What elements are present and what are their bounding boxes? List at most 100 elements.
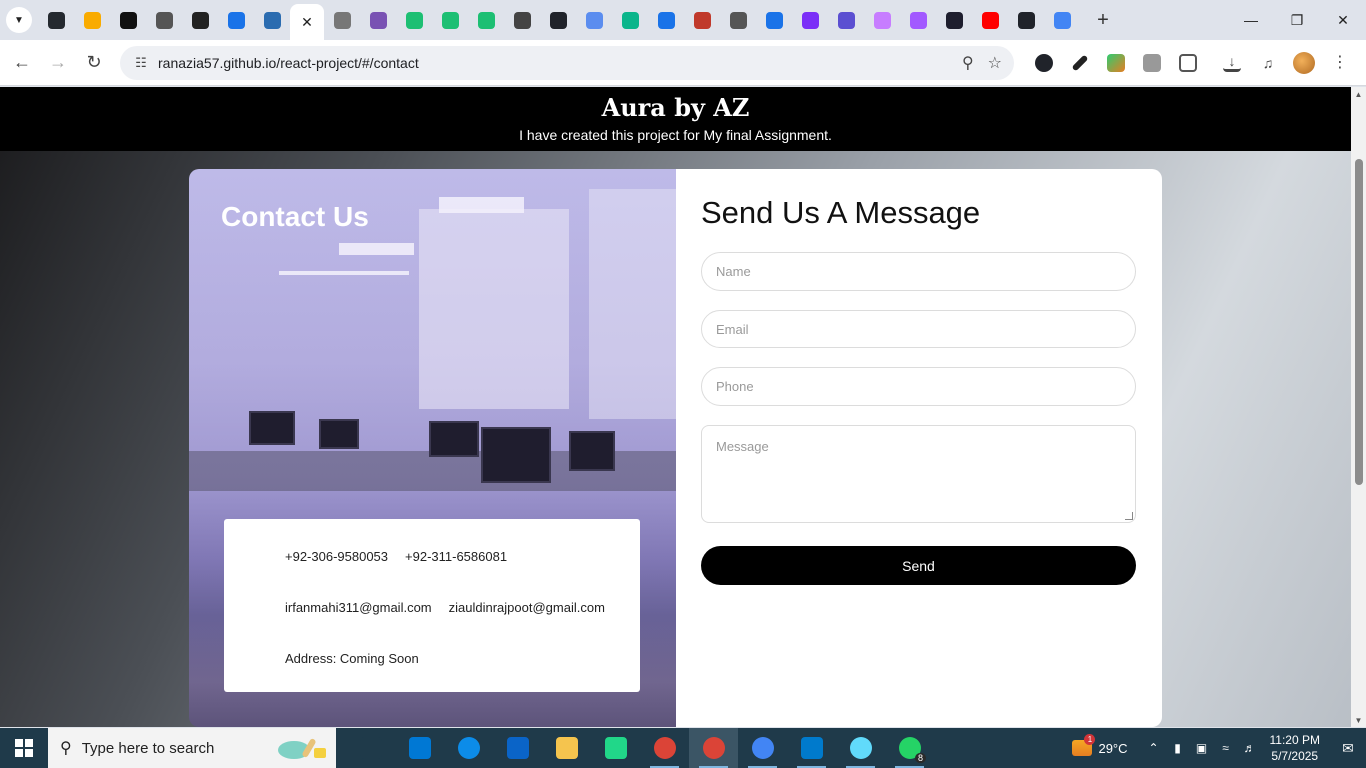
taskbar-app[interactable]: [493, 728, 542, 768]
slash-icon: [621, 11, 639, 29]
email-address[interactable]: ziauldinrajpoot@gmail.com: [449, 600, 605, 615]
email-address[interactable]: irfanmahi311@gmail.com: [285, 600, 432, 615]
taskbar-app[interactable]: [836, 728, 885, 768]
scroll-down-arrow-icon[interactable]: ▼: [1351, 713, 1366, 727]
window-close-icon[interactable]: ✕: [1320, 0, 1366, 40]
phone-number[interactable]: +92-311-6586081: [405, 549, 507, 564]
browser-tab[interactable]: [648, 0, 684, 40]
download-icon[interactable]: ↓: [1214, 45, 1250, 81]
browser-tab[interactable]: [468, 0, 504, 40]
taskbar-app[interactable]: [542, 728, 591, 768]
profile-avatar[interactable]: [1286, 45, 1322, 81]
page-scrollbar[interactable]: ▲ ▼: [1351, 87, 1366, 727]
taskbar-app[interactable]: [444, 728, 493, 768]
browser-tab[interactable]: [1008, 0, 1044, 40]
forward-arrow-icon[interactable]: →: [40, 45, 76, 81]
browser-menu-icon[interactable]: ⋮: [1322, 45, 1358, 81]
browser-tab[interactable]: ✕: [290, 4, 324, 40]
minimize-icon[interactable]: —: [1228, 0, 1274, 40]
browser-tab[interactable]: [828, 0, 864, 40]
shield-icon: [263, 11, 281, 29]
browser-tab[interactable]: [792, 0, 828, 40]
weather-widget[interactable]: 1 29°C: [1072, 734, 1128, 756]
browser-tab[interactable]: [900, 0, 936, 40]
taskbar-app[interactable]: [346, 728, 395, 768]
extensions-puzzle-icon[interactable]: [1170, 45, 1206, 81]
zoom-icon[interactable]: ⚲: [962, 53, 974, 73]
browser-tab[interactable]: [254, 0, 290, 40]
clock[interactable]: 11:20 PM 5/7/2025: [1270, 732, 1320, 764]
browser-tab[interactable]: [972, 0, 1008, 40]
scroll-up-arrow-icon[interactable]: ▲: [1351, 87, 1366, 101]
start-button[interactable]: [0, 728, 48, 768]
address-bar[interactable]: ☷ ranazia57.github.io/react-project/#/co…: [120, 46, 1014, 80]
taskbar-app[interactable]: [787, 728, 836, 768]
browser-tab[interactable]: [936, 0, 972, 40]
color-picker-icon[interactable]: [1062, 45, 1098, 81]
back-arrow-icon[interactable]: ←: [4, 45, 40, 81]
browser-tab[interactable]: [146, 0, 182, 40]
volume-icon[interactable]: ♬: [1238, 741, 1262, 755]
browser-tab[interactable]: [756, 0, 792, 40]
browser-tab[interactable]: [432, 0, 468, 40]
resize-grip-icon[interactable]: [1125, 512, 1133, 520]
taskbar-app[interactable]: [640, 728, 689, 768]
taskbar-app[interactable]: [689, 728, 738, 768]
chrome-web-icon: [227, 11, 245, 29]
scrollbar-thumb[interactable]: [1355, 159, 1363, 485]
check-icon: [801, 11, 819, 29]
dots-icon: [693, 11, 711, 29]
office-window: [419, 209, 569, 409]
phone-number[interactable]: +92-306-9580053: [285, 549, 388, 564]
browser-tab[interactable]: [684, 0, 720, 40]
battery-icon[interactable]: ▮: [1166, 741, 1190, 755]
taskbar-app[interactable]: [395, 728, 444, 768]
restore-icon[interactable]: ❐: [1274, 0, 1320, 40]
bookmark-star-icon[interactable]: ☆: [988, 53, 1002, 73]
colorzilla-icon[interactable]: [1098, 45, 1134, 81]
notification-icon[interactable]: ✉: [1330, 740, 1366, 757]
browser-tab[interactable]: [1044, 0, 1080, 40]
taskbar-app[interactable]: [591, 728, 640, 768]
tab-search-chevron-icon[interactable]: ▼: [6, 7, 32, 33]
browser-tab[interactable]: [360, 0, 396, 40]
browser-tab[interactable]: [110, 0, 146, 40]
browser-tab[interactable]: [38, 0, 74, 40]
browser-tab[interactable]: [576, 0, 612, 40]
reload-icon[interactable]: ↻: [76, 45, 112, 81]
device-icon[interactable]: ▣: [1190, 741, 1214, 755]
browser-tab[interactable]: [182, 0, 218, 40]
chevron-up-icon[interactable]: ⌃: [1142, 741, 1166, 755]
taskbar-app[interactable]: 8: [885, 728, 934, 768]
close-icon[interactable]: ✕: [301, 14, 313, 31]
browser-tab[interactable]: [504, 0, 540, 40]
react-devtools-icon[interactable]: [1026, 45, 1062, 81]
browser-tab[interactable]: [324, 0, 360, 40]
fiverr-icon: [405, 11, 423, 29]
browser-tab[interactable]: [74, 0, 110, 40]
message-textarea[interactable]: Message: [701, 425, 1136, 523]
send-button[interactable]: Send: [701, 546, 1136, 585]
screenshot-camera-icon[interactable]: [1134, 45, 1170, 81]
wifi-icon[interactable]: ≈: [1214, 741, 1238, 755]
site-info-icon[interactable]: ☷: [126, 55, 156, 71]
email-input[interactable]: Email: [701, 310, 1136, 348]
taskbar-app[interactable]: [738, 728, 787, 768]
browser-tab[interactable]: [396, 0, 432, 40]
new-tab-plus-icon[interactable]: +: [1088, 5, 1118, 35]
taskbar-search-box[interactable]: ⚲ Type here to search: [48, 728, 336, 768]
taskbar-apps: 8: [346, 728, 934, 768]
name-placeholder: Name: [716, 264, 751, 279]
name-input[interactable]: Name: [701, 252, 1136, 291]
media-controls-icon[interactable]: ♫: [1250, 45, 1286, 81]
phone-input[interactable]: Phone: [701, 367, 1136, 406]
browser-tab[interactable]: [864, 0, 900, 40]
clock-date: 5/7/2025: [1271, 749, 1319, 763]
browser-tab[interactable]: [720, 0, 756, 40]
browser-tab-strip: ▼ ✕ + — ❐ ✕: [0, 0, 1366, 40]
browser-tab[interactable]: [612, 0, 648, 40]
url-text[interactable]: ranazia57.github.io/react-project/#/cont…: [158, 55, 419, 71]
browser-tab[interactable]: [540, 0, 576, 40]
browser-tab[interactable]: [218, 0, 254, 40]
edge-icon: [457, 737, 480, 759]
